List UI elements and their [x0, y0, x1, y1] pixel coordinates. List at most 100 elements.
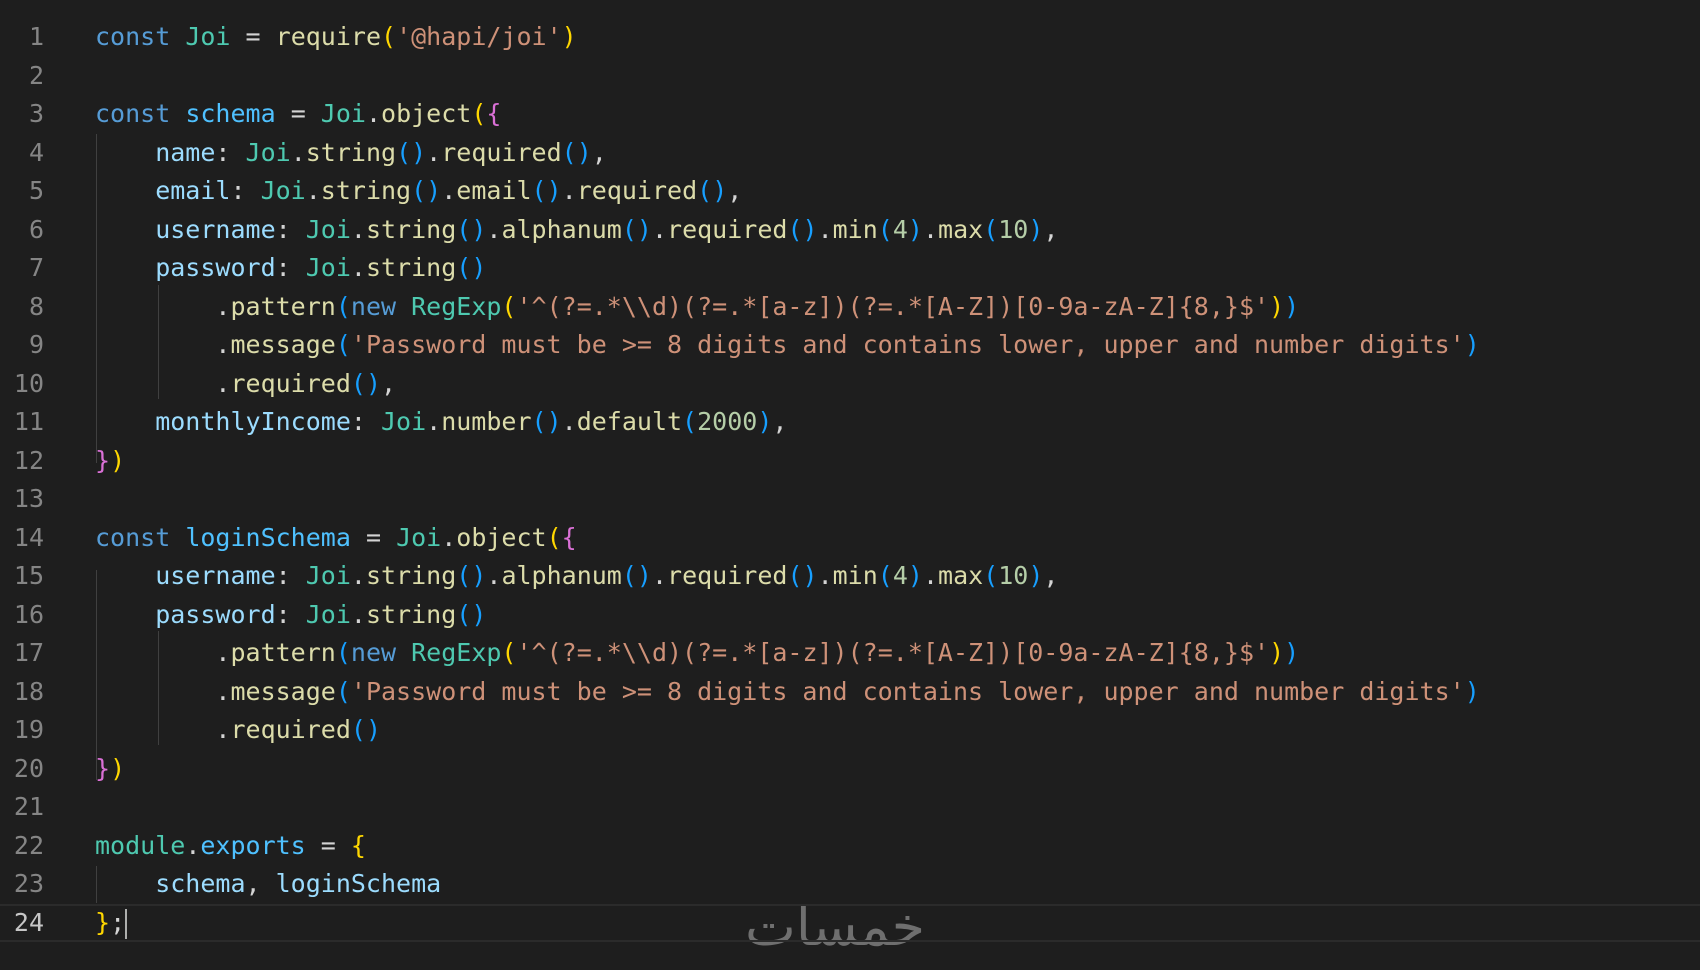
- code-text: }): [95, 750, 125, 788]
- code-token: .: [561, 407, 577, 436]
- code-token: .: [441, 522, 457, 552]
- code-line[interactable]: 17 .pattern(new RegExp('^(?=.*\\d)(?=.*[…: [0, 634, 1700, 672]
- code-token: ): [907, 214, 923, 244]
- code-token: password: [95, 599, 276, 629]
- code-token: .: [561, 176, 577, 205]
- code-token: min: [832, 214, 878, 244]
- code-token: .: [350, 253, 366, 282]
- code-token: .: [817, 214, 833, 244]
- line-number: 16: [13, 599, 44, 629]
- code-text: name: Joi.string().required(),: [95, 134, 607, 172]
- code-token: string: [365, 253, 457, 282]
- code-text: email: Joi.string().email().required(),: [95, 172, 742, 210]
- code-token: .: [426, 407, 442, 436]
- code-token: .: [486, 561, 502, 590]
- line-number: 11: [13, 407, 44, 436]
- code-token: (: [983, 214, 999, 244]
- code-token: (): [787, 214, 818, 244]
- code-token: ): [757, 407, 773, 436]
- code-token: Joi: [245, 137, 291, 167]
- code-token: .: [185, 830, 201, 860]
- code-token: ): [907, 561, 923, 590]
- line-number: 3: [28, 99, 44, 128]
- code-token: (): [787, 561, 818, 590]
- code-line[interactable]: 3 const schema = Joi.object({: [0, 95, 1700, 133]
- code-token: required: [576, 176, 698, 205]
- code-token: Joi: [185, 22, 231, 51]
- code-token: (: [335, 330, 351, 359]
- code-text: const Joi = require('@hapi/joi'): [95, 18, 577, 56]
- code-text: .pattern(new RegExp('^(?=.*\\d)(?=.*[a-z…: [95, 288, 1299, 326]
- code-line[interactable]: 14 const loginSchema = Joi.object({: [0, 519, 1700, 557]
- code-line[interactable]: 16 password: Joi.string(): [0, 596, 1700, 634]
- code-token: (): [531, 176, 562, 205]
- line-number: 23: [13, 869, 44, 898]
- code-token: string: [305, 137, 397, 167]
- line-number: 7: [28, 253, 44, 282]
- line-number: 21: [13, 792, 44, 821]
- code-token: :: [215, 137, 246, 167]
- code-token: (): [350, 368, 381, 398]
- code-line[interactable]: 23 schema, loginSchema: [0, 865, 1700, 903]
- code-text: password: Joi.string(): [95, 596, 486, 634]
- line-number: 15: [13, 561, 44, 590]
- code-token: .: [95, 715, 231, 744]
- code-token: (: [501, 291, 517, 321]
- code-text: password: Joi.string(): [95, 249, 486, 287]
- code-token: .: [95, 291, 231, 321]
- code-token: :: [275, 561, 306, 590]
- code-token: =: [275, 99, 321, 128]
- line-number: 18: [13, 676, 44, 706]
- code-token: (: [983, 561, 999, 590]
- code-line[interactable]: 9 .message('Password must be >= 8 digits…: [0, 326, 1700, 364]
- code-text: .message('Password must be >= 8 digits a…: [95, 673, 1479, 711]
- code-line[interactable]: 2: [0, 57, 1700, 95]
- code-token: .: [922, 561, 939, 590]
- line-number: 13: [13, 484, 44, 513]
- code-line[interactable]: 13: [0, 480, 1700, 518]
- code-line[interactable]: 1 const Joi = require('@hapi/joi'): [0, 18, 1700, 56]
- code-line[interactable]: 18 .message('Password must be >= 8 digit…: [0, 673, 1700, 711]
- code-line[interactable]: 15 username: Joi.string().alphanum().req…: [0, 557, 1700, 595]
- code-line[interactable]: 6 username: Joi.string().alphanum().requ…: [0, 211, 1700, 249]
- code-token: =: [305, 830, 351, 860]
- code-line[interactable]: 7 password: Joi.string(): [0, 249, 1700, 287]
- code-line[interactable]: 8 .pattern(new RegExp('^(?=.*\\d)(?=.*[a…: [0, 288, 1700, 326]
- code-token: (: [335, 291, 351, 321]
- code-text: .required(),: [95, 365, 396, 403]
- code-token: (): [561, 137, 592, 167]
- code-token: default: [576, 407, 683, 436]
- code-line[interactable]: 11 monthlyIncome: Joi.number().default(2…: [0, 403, 1700, 441]
- code-token: ,: [1043, 214, 1059, 244]
- code-token: '^(?=.*\\d)(?=.*[a-z])(?=.*[A-Z])[0-9a-z…: [516, 291, 1270, 321]
- code-line[interactable]: 21: [0, 788, 1700, 826]
- code-line[interactable]: 24};: [0, 903, 1700, 942]
- code-line[interactable]: 5 email: Joi.string().email().required()…: [0, 172, 1700, 210]
- code-line[interactable]: 4 name: Joi.string().required(),: [0, 134, 1700, 172]
- code-token: RegExp: [411, 638, 502, 667]
- code-token: message: [230, 676, 336, 706]
- code-token: object: [381, 99, 472, 128]
- line-number: 24: [13, 907, 44, 937]
- code-token: Joi: [305, 561, 351, 590]
- code-editor[interactable]: خمسات 1 const Joi = require('@hapi/joi') 2…: [0, 0, 1700, 970]
- code-text: .pattern(new RegExp('^(?=.*\\d)(?=.*[a-z…: [95, 634, 1299, 672]
- code-token: ): [1028, 561, 1044, 590]
- code-token: exports: [200, 830, 306, 860]
- code-token: .: [441, 176, 457, 205]
- code-token: :: [275, 253, 306, 282]
- code-token: alphanum: [501, 214, 622, 244]
- code-line[interactable]: 20}): [0, 750, 1700, 788]
- code-line[interactable]: 22 module.exports = {: [0, 827, 1700, 865]
- code-line[interactable]: 19 .required(): [0, 711, 1700, 749]
- line-number: 17: [13, 638, 44, 667]
- code-line[interactable]: 12}): [0, 442, 1700, 480]
- code-token: (): [621, 214, 652, 244]
- code-line[interactable]: 10 .required(),: [0, 365, 1700, 403]
- code-token: (): [411, 176, 442, 205]
- code-token: }: [95, 445, 111, 475]
- line-number: 6: [28, 214, 44, 244]
